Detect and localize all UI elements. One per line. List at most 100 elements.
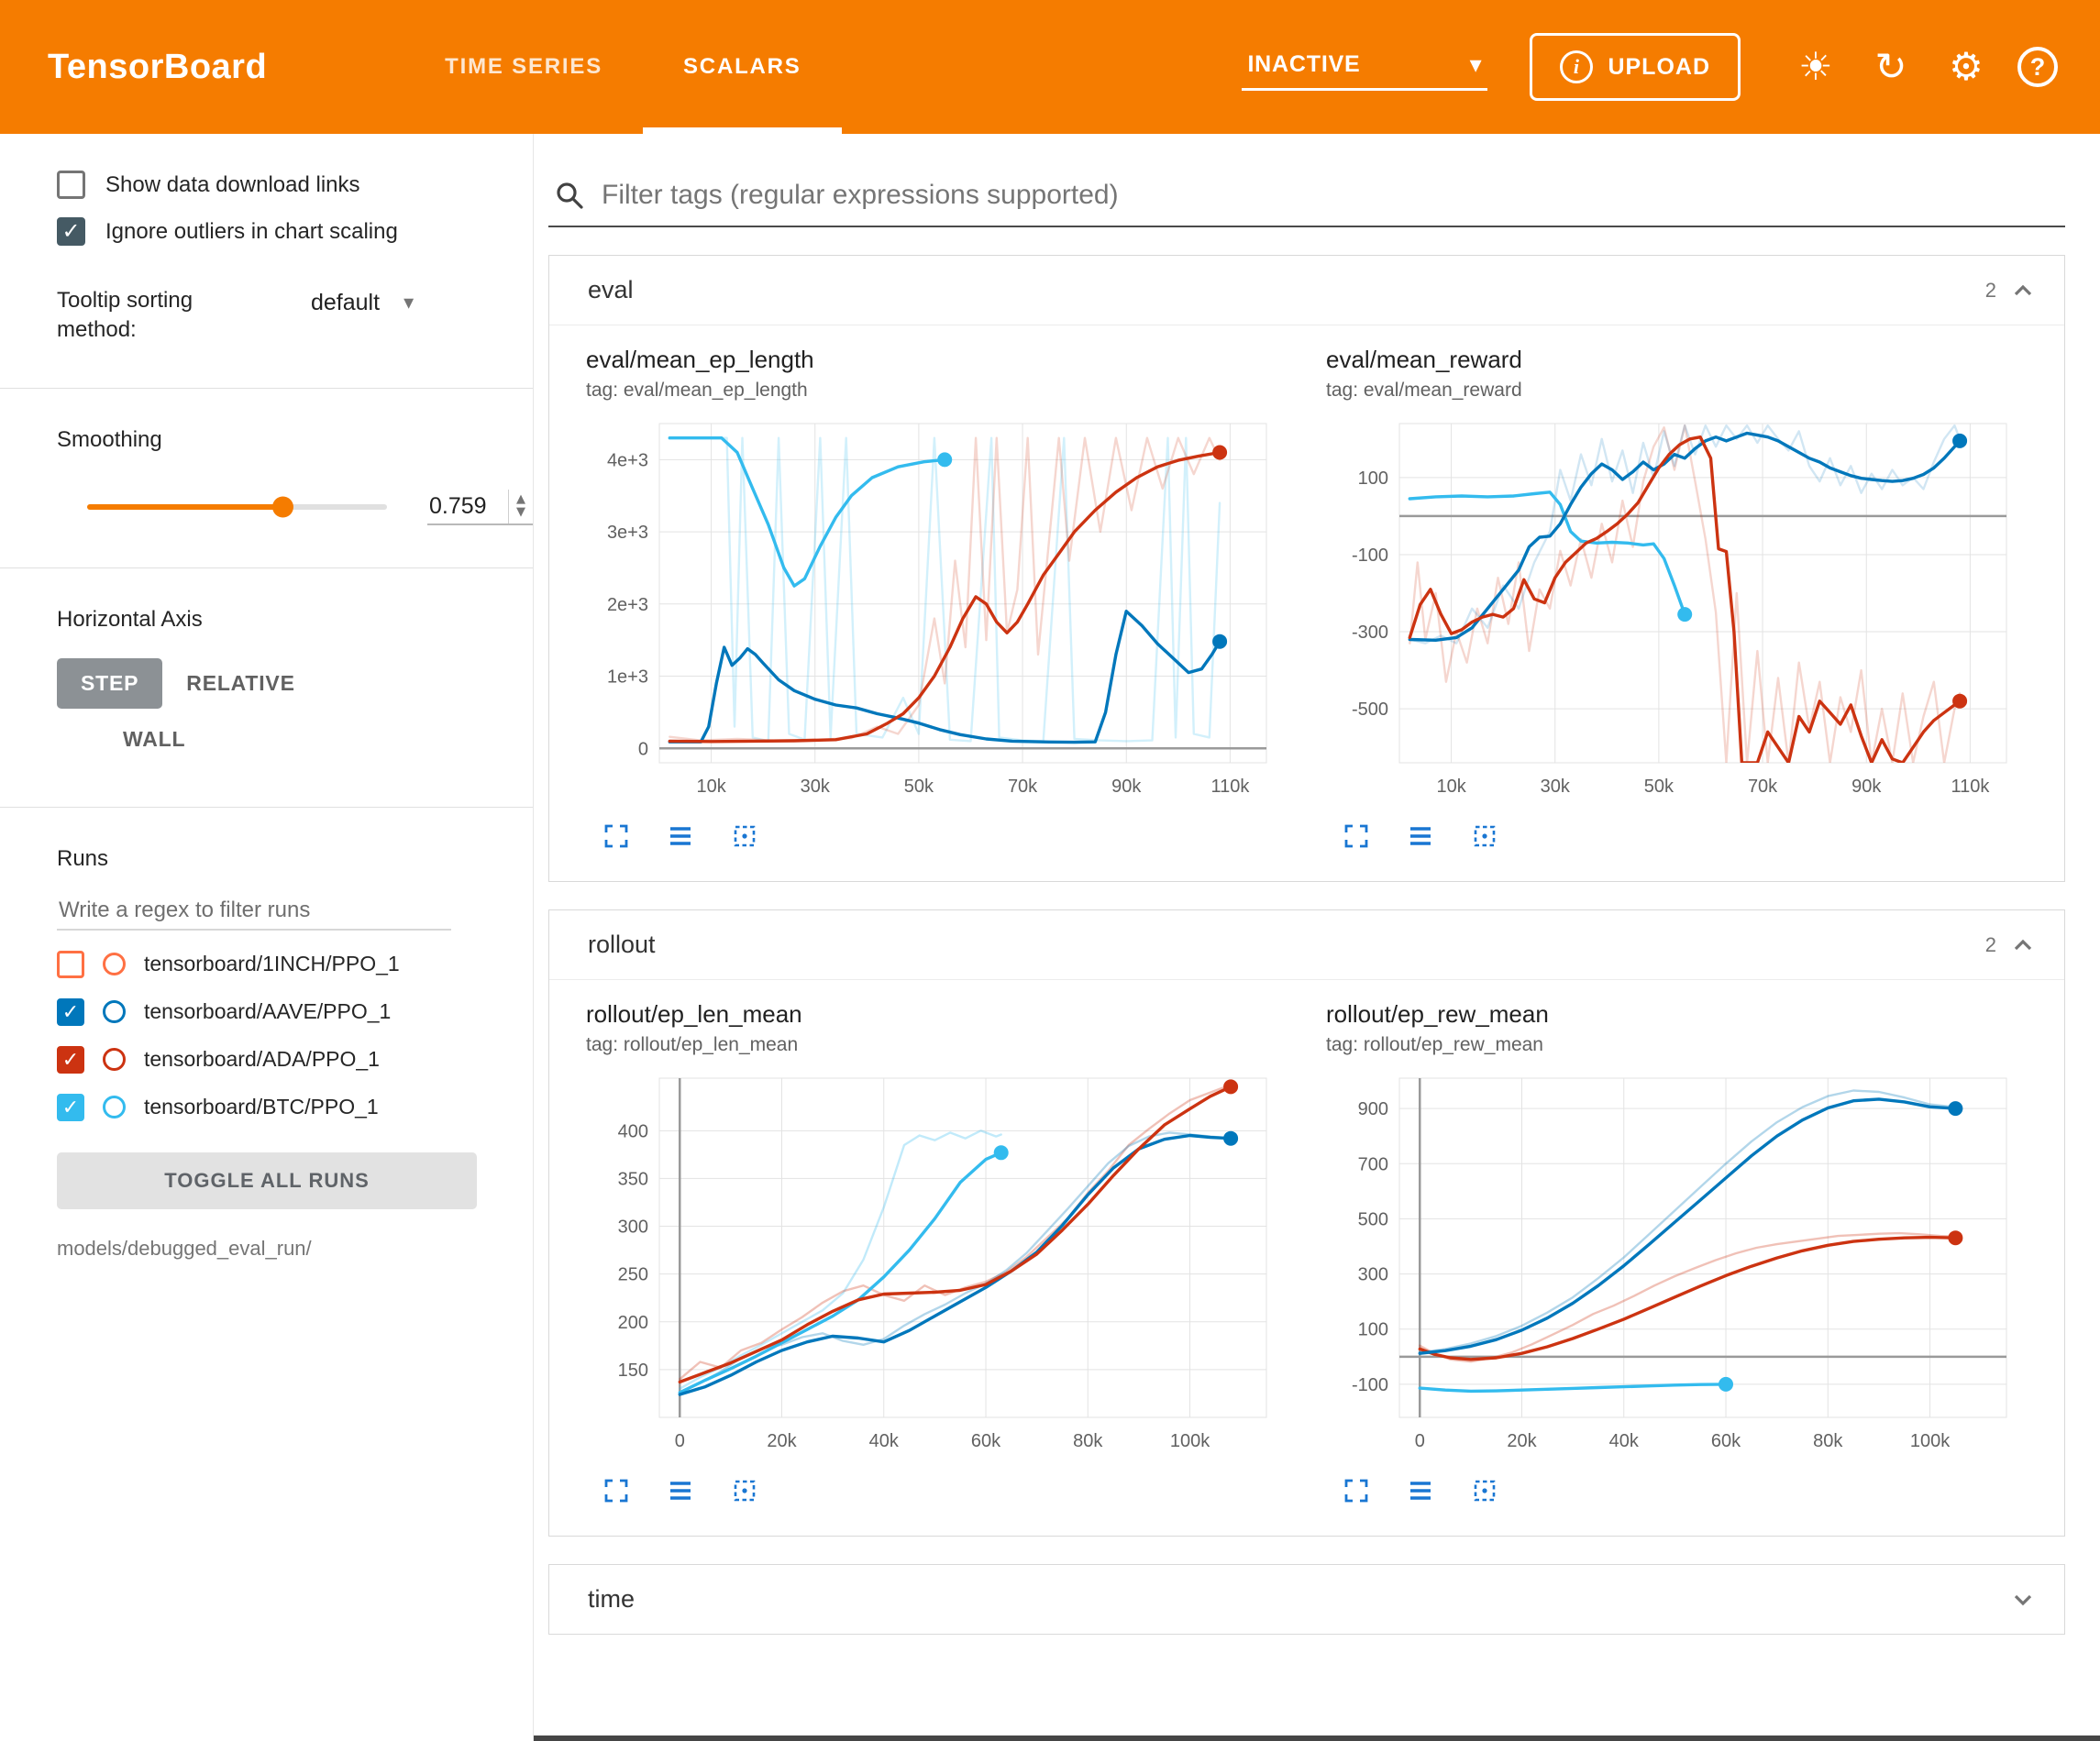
tooltip-sorting-row: Tooltip sorting method: default ▾ (0, 286, 533, 346)
runs-label: Runs (0, 846, 533, 872)
chevron-up-icon[interactable] (2009, 931, 2037, 959)
run-color-ring (103, 1048, 126, 1071)
expand-card-button[interactable] (1407, 1477, 1434, 1504)
fullscreen-button[interactable] (1343, 1477, 1370, 1504)
fit-domain-button[interactable] (731, 822, 758, 850)
runs-filter-input[interactable] (57, 892, 451, 931)
svg-text:100k: 100k (1910, 1431, 1951, 1451)
section-card-time: time (548, 1564, 2065, 1635)
section-count: 2 (1985, 933, 1996, 957)
upload-button[interactable]: i UPLOAD (1530, 33, 1741, 101)
run-checkbox[interactable]: ✓ (57, 1046, 84, 1074)
line-chart[interactable]: -500-300-10010010k30k50k70k90k110k (1326, 411, 2023, 805)
svg-text:100: 100 (1358, 1320, 1388, 1340)
tab-time-series[interactable]: TIME SERIES (404, 0, 643, 134)
svg-text:150: 150 (618, 1361, 648, 1381)
chart-rollout-ep-rew-mean: rollout/ep_rew_mean tag: rollout/ep_rew_… (1326, 1000, 2042, 1504)
axis-wall-button[interactable]: WALL (99, 714, 209, 765)
svg-text:60k: 60k (1711, 1431, 1741, 1451)
chart-toolbar (1343, 1477, 2042, 1504)
status-dropdown[interactable]: INACTIVE ▾ (1242, 44, 1487, 91)
fit-domain-button[interactable] (731, 1477, 758, 1504)
chevron-down-icon[interactable] (2009, 1586, 2037, 1614)
help-icon[interactable]: ? (2017, 47, 2058, 87)
section-header-rollout[interactable]: rollout 2 (549, 910, 2064, 980)
lines-icon (667, 822, 694, 850)
svg-text:350: 350 (618, 1169, 648, 1189)
section-header-time[interactable]: time (549, 1565, 2064, 1634)
run-checkbox[interactable]: ✓ (57, 1094, 84, 1121)
expand-card-button[interactable] (667, 822, 694, 850)
slider-fill (87, 504, 282, 510)
content-area: Show data download links ✓ Ignore outlie… (0, 134, 2100, 1741)
fullscreen-button[interactable] (602, 1477, 630, 1504)
fullscreen-icon (1343, 822, 1370, 850)
fit-domain-button[interactable] (1471, 1477, 1498, 1504)
refresh-icon[interactable]: ↻ (1867, 48, 1915, 86)
fit-domain-icon (1471, 822, 1498, 850)
svg-text:80k: 80k (1813, 1431, 1843, 1451)
line-chart[interactable]: 01e+32e+33e+34e+310k30k50k70k90k110k (586, 411, 1283, 805)
app-header: TensorBoard TIME SERIES SCALARS INACTIVE… (0, 0, 2100, 134)
smoothing-value-input[interactable] (427, 490, 508, 523)
svg-text:90k: 90k (1851, 777, 1882, 797)
chart-eval-mean-reward: eval/mean_reward tag: eval/mean_reward -… (1326, 346, 2042, 850)
run-checkbox[interactable] (57, 951, 84, 978)
settings-gear-icon[interactable]: ⚙ (1942, 48, 1990, 86)
run-row-aave[interactable]: ✓ tensorboard/AAVE/PPO_1 (0, 998, 533, 1026)
svg-text:0: 0 (638, 739, 648, 759)
svg-text:10k: 10k (696, 777, 726, 797)
lines-icon (1407, 1477, 1434, 1504)
toggle-all-runs-button[interactable]: TOGGLE ALL RUNS (57, 1152, 477, 1209)
svg-text:-100: -100 (1352, 1375, 1388, 1395)
header-actions: INACTIVE ▾ i UPLOAD ☀ ↻ ⚙ ? (1242, 0, 2058, 134)
run-label: tensorboard/1INCH/PPO_1 (144, 952, 400, 976)
smoothing-slider[interactable] (87, 504, 387, 510)
checkbox-label: Show data download links (105, 172, 360, 198)
line-chart[interactable]: -100100300500700900020k40k60k80k100k (1326, 1065, 2023, 1460)
smoothing-value-box: ▲ ▼ (427, 490, 533, 525)
line-chart[interactable]: 150200250300350400020k40k60k80k100k (586, 1065, 1283, 1460)
section-header-eval[interactable]: eval 2 (549, 256, 2064, 325)
tooltip-sorting-value: default (311, 290, 380, 316)
svg-text:110k: 110k (1951, 777, 1990, 797)
svg-text:500: 500 (1358, 1209, 1388, 1229)
svg-text:90k: 90k (1111, 777, 1142, 797)
scalars-main: eval 2 eval/mean_ep_length tag: eval/mea… (534, 134, 2100, 1741)
svg-text:-500: -500 (1352, 700, 1388, 720)
upload-label: UPLOAD (1608, 54, 1710, 81)
checkbox-label: Ignore outliers in chart scaling (105, 219, 398, 245)
chevron-up-icon[interactable] (2009, 277, 2037, 304)
axis-relative-button[interactable]: RELATIVE (162, 658, 318, 709)
run-row-btc[interactable]: ✓ tensorboard/BTC/PPO_1 (0, 1094, 533, 1121)
info-icon: i (1560, 50, 1593, 83)
run-color-ring (103, 1096, 126, 1118)
brightness-icon[interactable]: ☀ (1792, 48, 1840, 86)
axis-step-button[interactable]: STEP (57, 658, 162, 709)
chart-title: rollout/ep_len_mean (586, 1000, 1302, 1029)
tag-filter-row (548, 171, 2065, 227)
run-checkbox[interactable]: ✓ (57, 998, 84, 1026)
expand-card-button[interactable] (1407, 822, 1434, 850)
show-download-links-checkbox[interactable]: Show data download links (0, 171, 533, 199)
run-row-1inch[interactable]: tensorboard/1INCH/PPO_1 (0, 951, 533, 978)
slider-thumb[interactable] (272, 497, 293, 518)
tag-filter-input[interactable] (602, 180, 2060, 211)
fullscreen-button[interactable] (602, 822, 630, 850)
ignore-outliers-checkbox[interactable]: ✓ Ignore outliers in chart scaling (0, 217, 533, 246)
svg-text:2e+3: 2e+3 (607, 595, 648, 615)
tooltip-sorting-select[interactable]: default ▾ (311, 286, 414, 316)
chart-rollout-ep-len-mean: rollout/ep_len_mean tag: rollout/ep_len_… (586, 1000, 1302, 1504)
divider (0, 807, 533, 808)
expand-card-button[interactable] (667, 1477, 694, 1504)
run-label: tensorboard/BTC/PPO_1 (144, 1095, 379, 1119)
svg-text:80k: 80k (1073, 1431, 1103, 1451)
runs-directory-label: models/debugged_eval_run/ (0, 1237, 533, 1261)
main-tabs: TIME SERIES SCALARS (404, 0, 841, 134)
fit-domain-button[interactable] (1471, 822, 1498, 850)
svg-text:40k: 40k (869, 1431, 900, 1451)
tab-scalars[interactable]: SCALARS (643, 0, 842, 134)
fullscreen-button[interactable] (1343, 822, 1370, 850)
smoothing-stepper[interactable]: ▲ ▼ (508, 490, 533, 523)
run-row-ada[interactable]: ✓ tensorboard/ADA/PPO_1 (0, 1046, 533, 1074)
